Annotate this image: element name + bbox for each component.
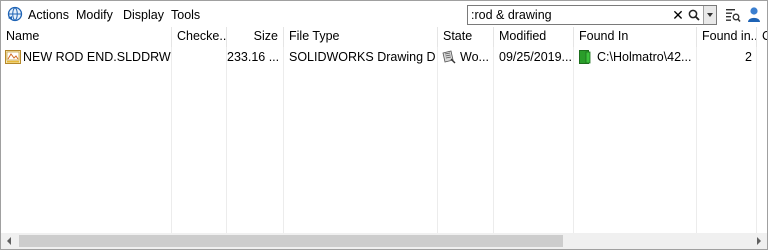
cell-checked-out [177, 47, 225, 67]
column-divider [493, 47, 494, 233]
cell-found-in-count: 2 [745, 50, 752, 64]
column-header-found-in[interactable]: Found In [574, 27, 697, 47]
horizontal-scrollbar[interactable] [1, 233, 767, 249]
column-header-modified[interactable]: Modified [494, 27, 574, 47]
slddrw-file-icon [5, 50, 21, 64]
column-divider [283, 47, 284, 233]
search-dropdown-button[interactable] [703, 6, 716, 24]
cell-state: Wo... [460, 50, 489, 64]
cell-size: 233.16 ... [227, 50, 279, 64]
search-input[interactable]: :rod & drawing ✕ [467, 5, 717, 25]
menu-display[interactable]: Display [123, 8, 164, 22]
search-query-text: :rod & drawing [471, 8, 552, 22]
column-divider [226, 47, 227, 233]
column-header-state[interactable]: State [438, 27, 494, 47]
menu-actions[interactable]: Actions [28, 8, 69, 22]
globe-arrow-icon[interactable] [7, 6, 23, 22]
column-divider [756, 47, 757, 233]
column-header-name[interactable]: Name [1, 27, 172, 47]
scrollbar-thumb[interactable] [19, 235, 563, 247]
column-header-checked-out[interactable]: Checke... [172, 27, 227, 47]
cell-found-in: C:\Holmatro\42... [597, 50, 692, 64]
search-results-window: Actions Modify Display Tools :rod & draw… [0, 0, 768, 250]
menu-modify[interactable]: Modify [76, 8, 113, 22]
column-header-size[interactable]: Size [227, 27, 284, 47]
column-header-file-type[interactable]: File Type [284, 27, 438, 47]
close-icon[interactable]: ✕ [671, 7, 685, 23]
workflow-state-icon [442, 50, 456, 64]
column-divider [437, 47, 438, 233]
search-icon[interactable] [687, 7, 701, 23]
vault-folder-icon [579, 50, 591, 64]
scroll-left-arrow-icon[interactable] [1, 233, 18, 249]
cell-file-type: SOLIDWORKS Drawing D... [289, 50, 436, 64]
list-search-icon[interactable] [725, 7, 741, 23]
menu-tools[interactable]: Tools [171, 8, 200, 22]
column-header-extra[interactable]: C [757, 27, 767, 47]
menu-bar: Actions Modify Display Tools :rod & draw… [1, 1, 767, 27]
column-header-row: Name Checke... Size File Type State Modi… [1, 27, 767, 47]
table-row[interactable]: NEW ROD END.SLDDRW 233.16 ... SOLIDWORKS… [1, 47, 767, 67]
column-divider [696, 47, 697, 233]
user-icon[interactable] [747, 6, 761, 23]
cell-modified: 09/25/2019... [499, 50, 572, 64]
column-divider [171, 47, 172, 233]
column-divider [573, 47, 574, 233]
column-header-found-in-count[interactable]: Found in... [697, 27, 757, 47]
scroll-right-arrow-icon[interactable] [750, 233, 767, 249]
cell-name: NEW ROD END.SLDDRW [23, 50, 171, 64]
